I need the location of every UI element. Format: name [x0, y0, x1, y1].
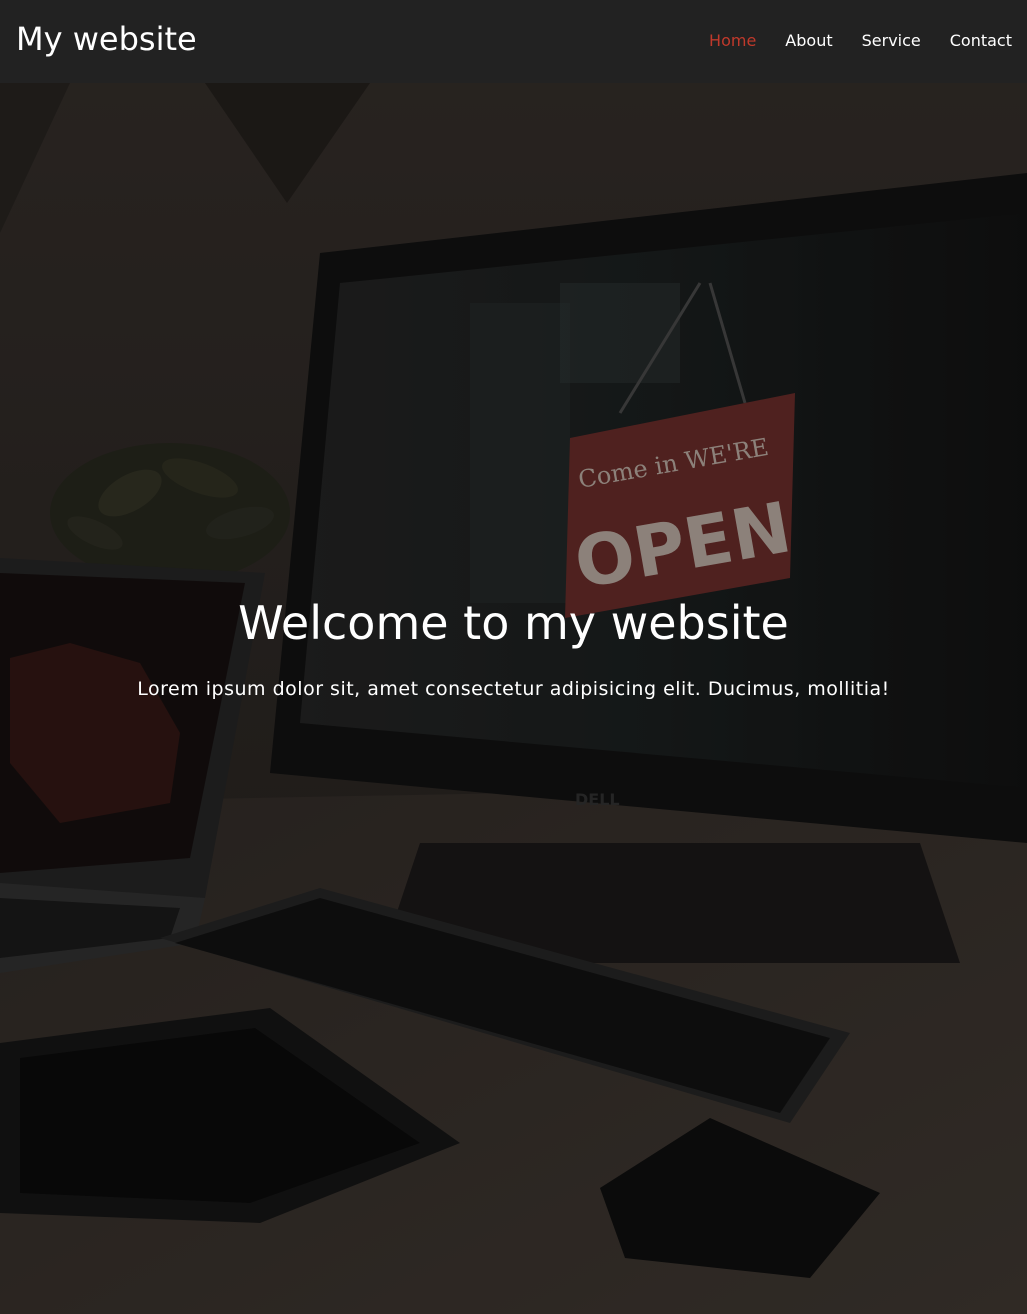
hero-section: Come in WE'RE OPEN DELL Welcome to my we… — [0, 83, 1027, 1314]
nav-item-about: About — [756, 31, 832, 51]
navbar: My website Home About Service Contact — [0, 0, 1027, 83]
site-brand[interactable]: My website — [16, 20, 197, 58]
nav-link-home[interactable]: Home — [709, 31, 756, 51]
nav-link-service[interactable]: Service — [862, 31, 921, 51]
main-nav: Home About Service Contact — [680, 31, 1012, 51]
nav-link-about[interactable]: About — [785, 31, 832, 51]
hero-subtitle: Lorem ipsum dolor sit, amet consectetur … — [137, 678, 890, 700]
nav-item-contact: Contact — [921, 31, 1012, 51]
nav-link-contact[interactable]: Contact — [950, 31, 1012, 51]
nav-item-service: Service — [833, 31, 921, 51]
nav-item-home: Home — [680, 31, 756, 51]
hero-title: Welcome to my website — [238, 596, 789, 650]
